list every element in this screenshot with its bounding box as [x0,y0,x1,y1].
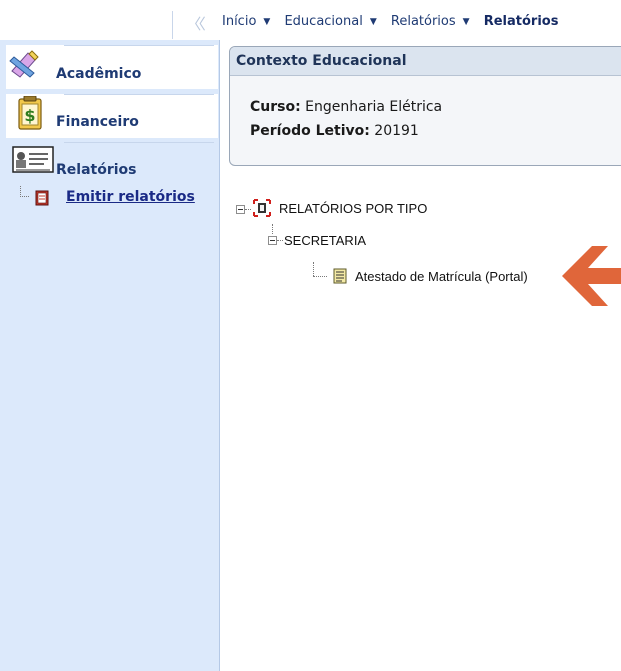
pencil-ruler-icon [9,50,39,78]
sidebar-tab-relatorios[interactable]: Relatórios [6,142,218,182]
sidebar-tab-label: Financeiro [56,114,139,130]
tree-connector [313,276,327,277]
context-panel-title: Contexto Educacional [230,47,621,76]
breadcrumb-menu: Início ▼ Educacional ▼ Relatórios ▼ Relatór… [222,14,563,36]
sidebar-tab-label: Acadêmico [56,66,142,82]
tree-node-secretaria[interactable]: SECRETARIA [284,233,366,248]
report-book-icon [35,190,49,206]
sidebar-tab-financeiro[interactable]: $ Financeiro [6,94,218,138]
document-list-icon [333,268,347,284]
dollar-document-icon: $ [18,96,42,130]
svg-text:$: $ [24,106,35,125]
tree-connector [277,240,283,241]
tree-node-relatorios-por-tipo[interactable]: RELATÓRIOS POR TIPO [279,201,427,216]
nav-current-page: Relatórios [483,14,559,29]
context-panel: Contexto Educacional Curso: Engenharia E… [229,46,621,166]
sidebar-item-emitir-relatorios[interactable]: Emitir relatórios [18,186,218,208]
periodo-label: Período Letivo: [250,123,370,139]
curso-label: Curso: [250,99,301,115]
tree-connector [20,186,29,197]
tab-divider [64,94,214,95]
sidebar: 〈〈 Acadêmico $ Financeiro Relatórios Emi… [0,0,220,671]
report-card-icon [12,146,54,173]
sidebar-header: 〈〈 [0,0,220,40]
collapse-sidebar-button[interactable]: 〈〈 [172,11,216,39]
caret-down-icon: ▼ [369,17,377,27]
nav-item-relatorios[interactable]: Relatórios ▼ [391,14,475,29]
periodo-value: 20191 [374,123,419,139]
tree-node-atestado-matricula[interactable]: Atestado de Matrícula (Portal) [355,269,528,284]
nav-item-inicio[interactable]: Início ▼ [222,14,275,29]
tab-divider [64,142,214,143]
sidebar-tab-academico[interactable]: Acadêmico [6,45,218,89]
tree-connector [245,209,251,210]
tree-connector [313,262,314,276]
tab-divider [64,45,214,46]
curso-value: Engenharia Elétrica [305,99,443,115]
nav-item-label: Educacional [284,14,363,29]
collapse-node-button[interactable] [236,205,245,214]
report-type-icon [253,199,271,217]
left-arrow-icon [562,246,621,306]
tree-connector [272,224,273,234]
collapse-node-button[interactable] [268,236,277,245]
nav-item-educacional[interactable]: Educacional ▼ [284,14,381,29]
nav-item-label: Início [222,14,257,29]
context-curso: Curso: Engenharia Elétrica [250,99,442,115]
caret-down-icon: ▼ [462,17,470,27]
double-chevron-left-icon: 〈〈 [186,15,205,33]
context-periodo: Período Letivo: 20191 [250,123,419,139]
caret-down-icon: ▼ [263,17,271,27]
sidebar-tab-label: Relatórios [56,162,137,178]
nav-item-label: Relatórios [390,14,456,29]
emitir-relatorios-link[interactable]: Emitir relatórios [66,189,195,205]
